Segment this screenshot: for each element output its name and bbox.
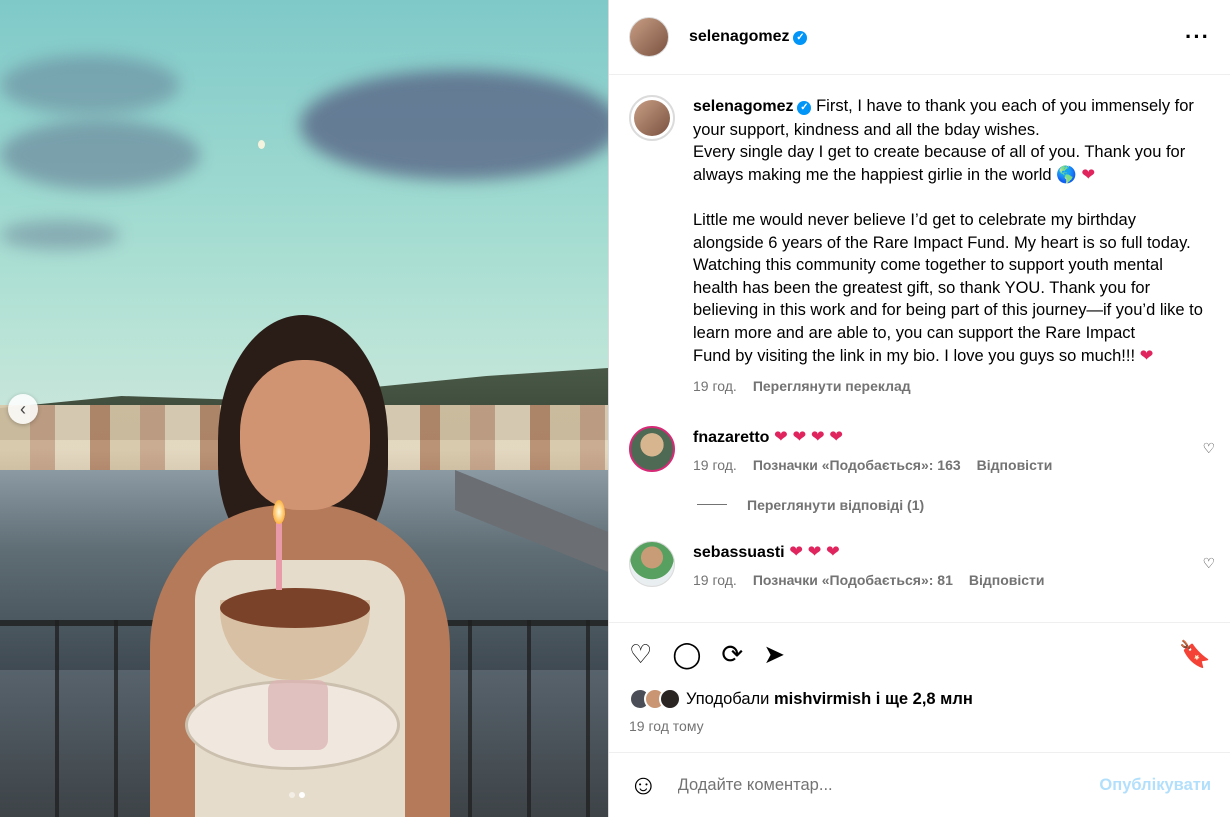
author-username-text[interactable]: selenagomez (689, 28, 789, 45)
more-options-button[interactable]: ··· (1185, 24, 1210, 50)
like-heart-icon[interactable]: ♡ (629, 641, 652, 667)
caption-username-text[interactable]: selenagomez (693, 98, 793, 115)
publish-button[interactable]: Опублікувати (1099, 776, 1211, 795)
comment-text: sebassuasti ❤ ❤ ❤ (693, 541, 1045, 564)
liker-username[interactable]: mishvirmish (774, 690, 871, 708)
cloud (0, 120, 200, 190)
post-header: selenagomez ✓ ··· (609, 0, 1230, 75)
likes-summary[interactable]: Уподобали mishvirmish і ще 2,8 млн (629, 688, 973, 710)
emoji-smile-icon[interactable]: ☺ (629, 769, 658, 801)
save-bookmark-icon[interactable]: 🔖 (1179, 641, 1211, 667)
comment-meta: 19 год. Позначки «Подобається»: 163 Відп… (693, 457, 1052, 473)
globe-emoji-icon: 🌎 (1056, 165, 1077, 184)
carousel-dot (289, 792, 295, 798)
comment-likes-link[interactable]: Позначки «Подобається»: 163 (753, 457, 961, 473)
liker-avatar (659, 688, 681, 710)
likes-text: Уподобали mishvirmish і ще 2,8 млн (686, 690, 973, 709)
caption-meta: 19 год. Переглянути переклад (693, 375, 1203, 398)
verified-badge-icon: ✓ (793, 31, 808, 45)
dessert-glass-stem (268, 680, 328, 750)
comment-like-heart-icon[interactable]: ♡ (1202, 555, 1215, 572)
caption-username[interactable]: selenagomez ✓ (693, 98, 812, 115)
caption-avatar[interactable] (629, 95, 675, 141)
caption: selenagomez ✓ First, I have to thank you … (609, 76, 1230, 398)
view-replies-label: Переглянути відповіді (1) (747, 496, 925, 513)
cloud (0, 55, 180, 115)
post-photo[interactable]: ‹ (0, 0, 608, 817)
comment-hearts: ❤ ❤ ❤ (789, 542, 840, 561)
comment-composer: ☺ Опублікувати (609, 752, 1230, 817)
carousel-prev-button[interactable]: ‹ (8, 394, 38, 424)
heart-emoji-icon: ❤ (1081, 165, 1096, 184)
comment-body: fnazaretto ❤ ❤ ❤ ❤ 19 год. Позначки «Под… (693, 426, 1052, 473)
cloud (300, 70, 608, 180)
comment-text: fnazaretto ❤ ❤ ❤ ❤ (693, 426, 1052, 449)
reply-button[interactable]: Відповісти (969, 572, 1045, 588)
comment-likes-link[interactable]: Позначки «Подобається»: 81 (753, 572, 953, 588)
comment-time: 19 год. (693, 456, 737, 473)
author-username[interactable]: selenagomez ✓ (689, 28, 808, 46)
reply-button[interactable]: Відповісти (977, 457, 1053, 473)
cloud (0, 220, 120, 250)
commenter-username[interactable]: sebassuasti (693, 544, 785, 561)
comment-like-heart-icon[interactable]: ♡ (1202, 440, 1215, 457)
comment-body: sebassuasti ❤ ❤ ❤ 19 год. Позначки «Подо… (693, 541, 1045, 588)
candle (276, 520, 282, 590)
chevron-left-icon: ‹ (20, 398, 26, 419)
tiramisu-top (220, 588, 370, 628)
person-face (240, 360, 370, 510)
see-translation-link[interactable]: Переглянути переклад (753, 375, 911, 398)
carousel-dots (289, 792, 305, 798)
caption-text-2: Little me would never believe I’d get to… (693, 210, 1203, 365)
post-actions: ♡ ◯ ⟳ ➤ 🔖 (609, 622, 1230, 684)
post-time[interactable]: 19 год тому (629, 718, 704, 734)
author-avatar[interactable] (629, 17, 669, 57)
comment-item: sebassuasti ❤ ❤ ❤ 19 год. Позначки «Подо… (609, 540, 1230, 588)
comment-item: fnazaretto ❤ ❤ ❤ ❤ 19 год. Позначки «Под… (609, 425, 1230, 473)
likes-prefix: Уподобали (686, 689, 770, 708)
heart-emoji-icon: ❤ (1139, 346, 1154, 365)
comment-input[interactable] (677, 775, 1078, 795)
caption-time: 19 год. (693, 378, 737, 395)
verified-badge-icon: ✓ (797, 101, 812, 115)
carousel-dot-active (299, 792, 305, 798)
comment-meta: 19 год. Позначки «Подобається»: 81 Відпо… (693, 572, 1045, 588)
likes-count[interactable]: і ще 2,8 млн (876, 690, 973, 708)
repost-icon[interactable]: ⟳ (721, 641, 743, 667)
commenter-username[interactable]: fnazaretto (693, 429, 769, 446)
commenter-avatar[interactable] (629, 425, 675, 472)
caption-body: selenagomez ✓ First, I have to thank you … (693, 95, 1203, 398)
comment-hearts: ❤ ❤ ❤ ❤ (774, 427, 844, 446)
moon (258, 140, 265, 149)
post-panel: selenagomez ✓ ··· selenagomez ✓ First, I h… (608, 0, 1230, 817)
send-paper-plane-icon[interactable]: ➤ (763, 641, 785, 667)
comment-time: 19 год. (693, 571, 737, 588)
commenter-avatar[interactable] (629, 540, 675, 587)
caption-paragraph-2: Little me would never believe I’d get to… (693, 209, 1203, 367)
comments-scroll-area[interactable]: selenagomez ✓ First, I have to thank you … (609, 76, 1230, 621)
replies-line (697, 504, 727, 506)
view-replies-button[interactable]: Переглянути відповіді (1) (697, 497, 1230, 513)
comment-bubble-icon[interactable]: ◯ (672, 641, 701, 667)
candle-flame (273, 500, 285, 524)
caption-paragraph-1: selenagomez ✓ First, I have to thank you … (693, 95, 1203, 186)
